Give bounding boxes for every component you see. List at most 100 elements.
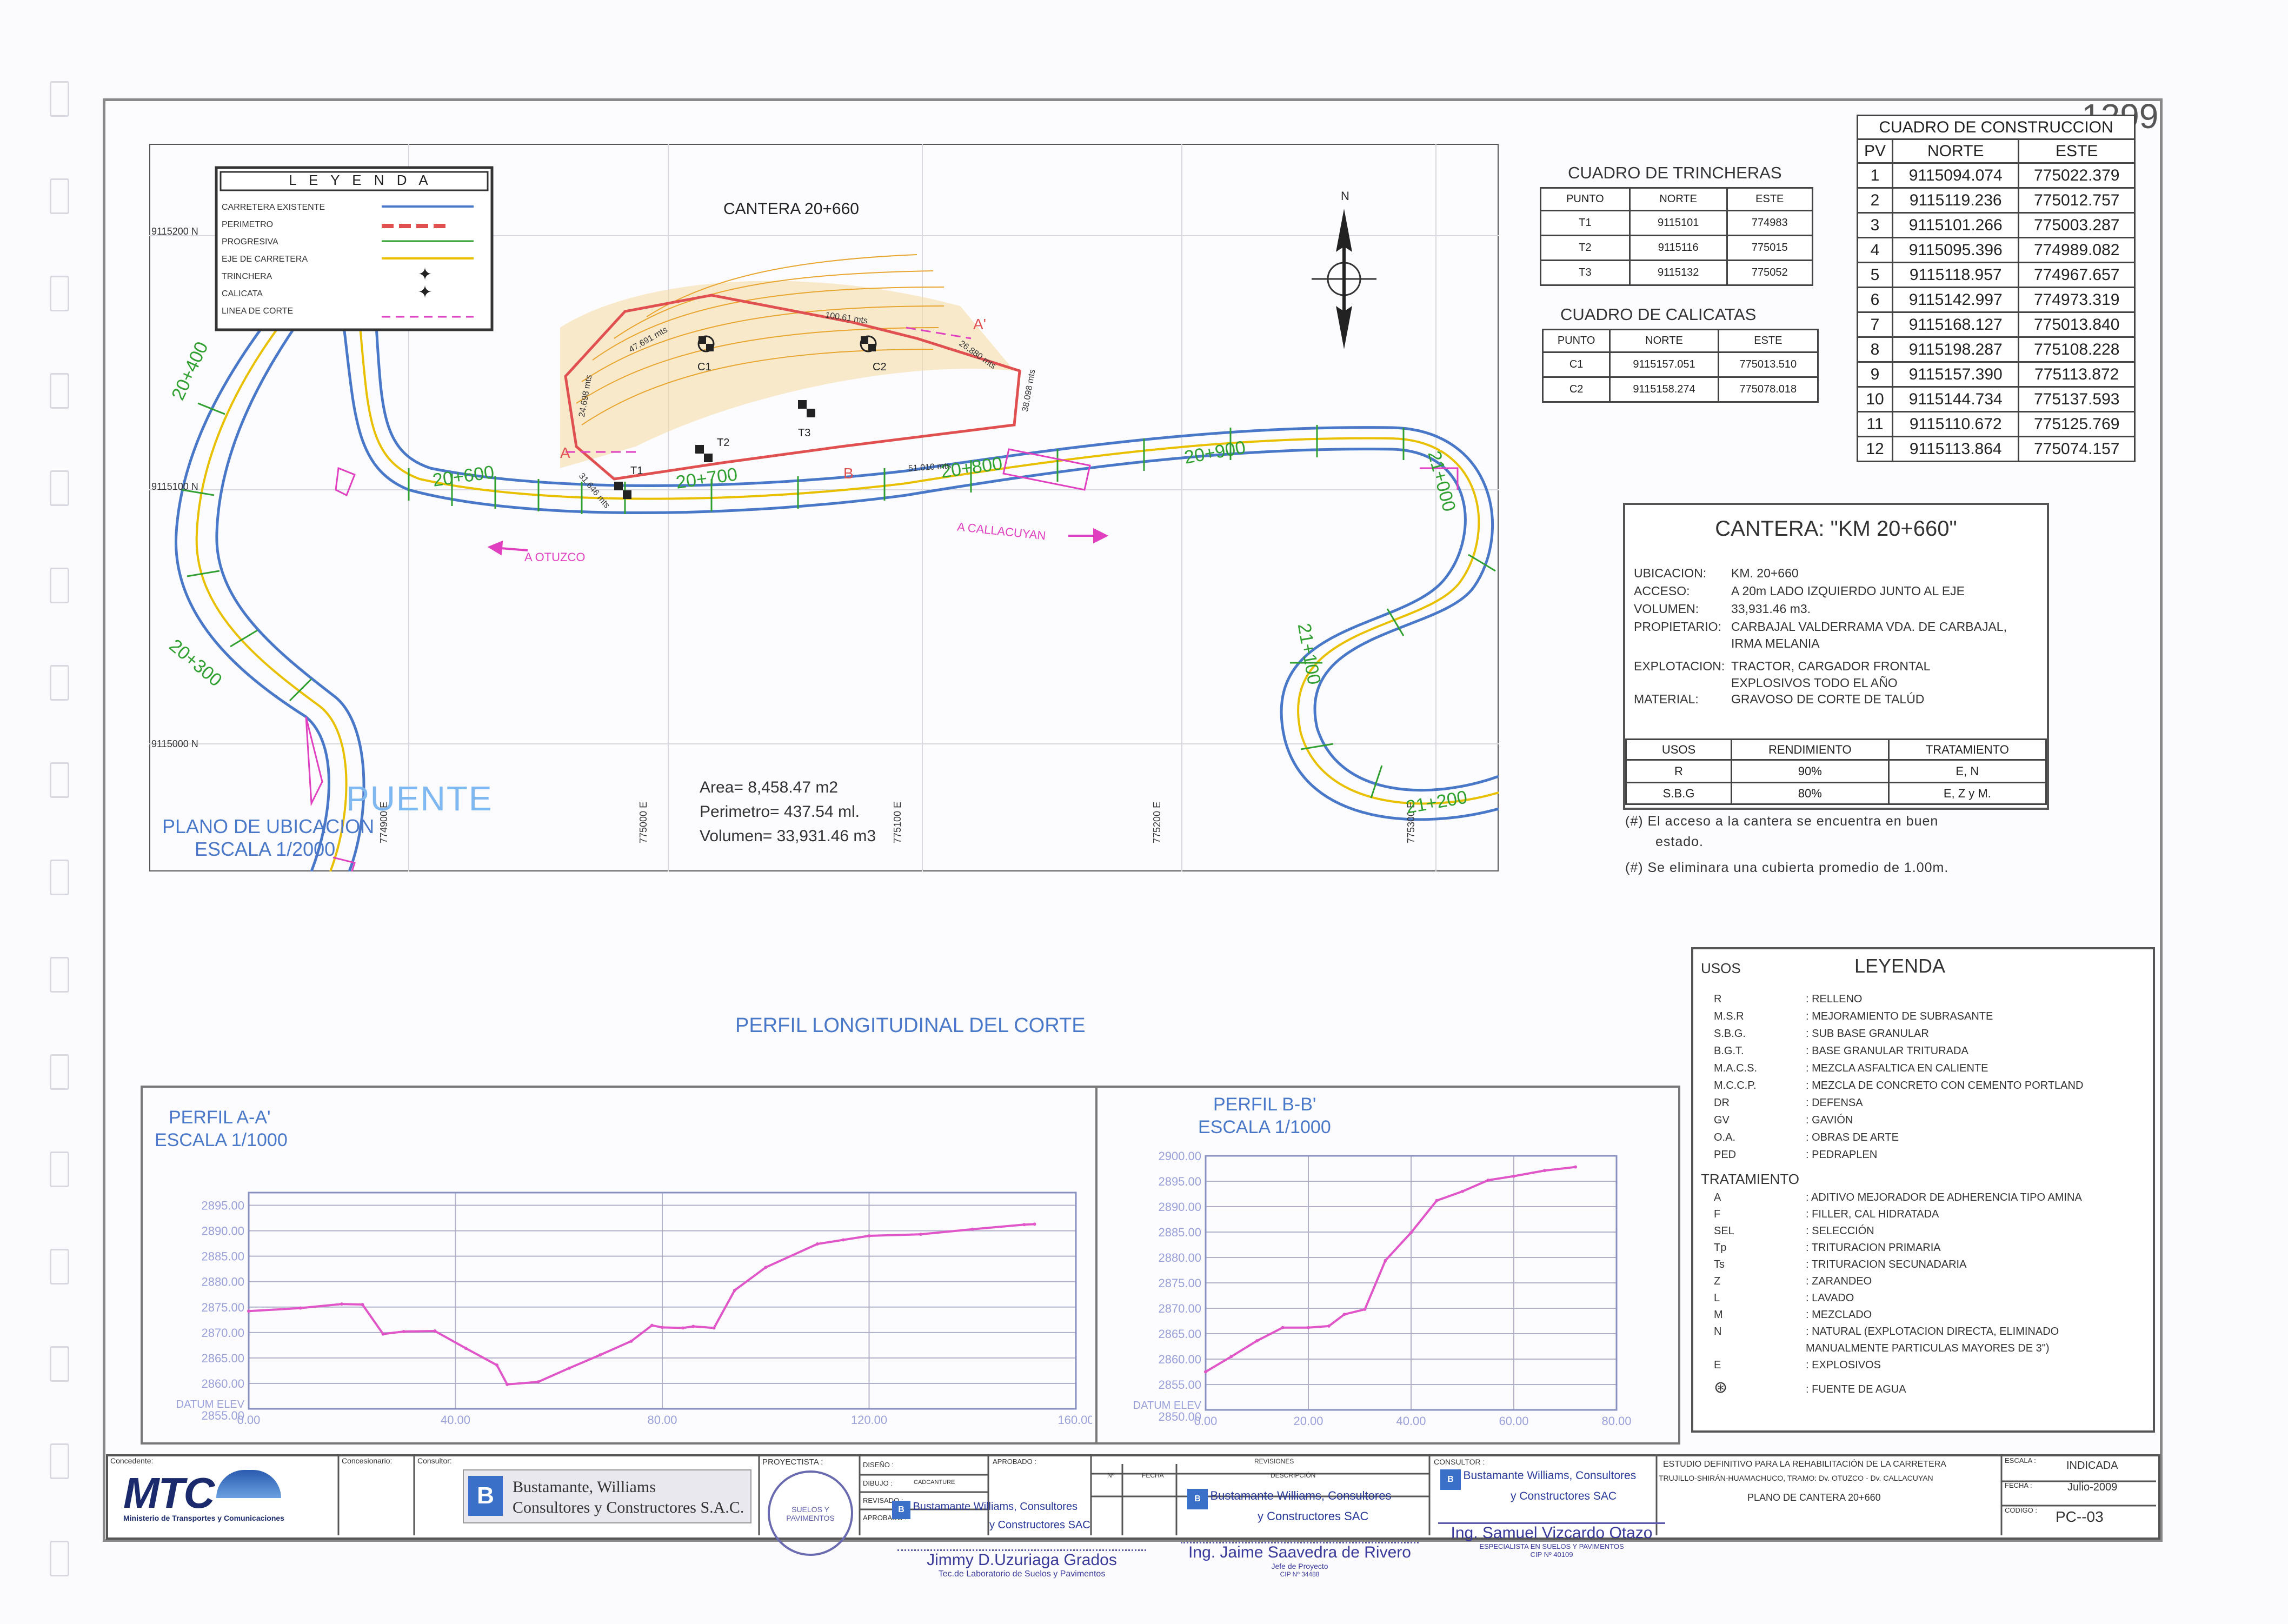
profile-point xyxy=(1327,1324,1331,1328)
chart-a-title: PERFIL A-A' xyxy=(169,1107,271,1128)
point-label: T3 xyxy=(798,427,811,439)
profile-point xyxy=(506,1382,509,1386)
trat-code: A xyxy=(1714,1192,1721,1203)
north-label: N xyxy=(1341,189,1349,203)
y-tick-label: 2875.00 xyxy=(201,1301,244,1314)
rev-header: REVISIONES xyxy=(1254,1457,1294,1465)
easting-label: 775000 E xyxy=(638,801,649,843)
location-plan-label: PLANO DE UBICACION xyxy=(162,815,375,837)
usos-desc: : GAVIÓN xyxy=(1806,1114,1853,1126)
table-header: ESTE xyxy=(2018,138,2136,164)
escala-label: ESCALA : xyxy=(2005,1456,2036,1465)
table-cell: 7 xyxy=(1857,311,1893,338)
table-cell: 9115094.074 xyxy=(1891,162,2020,189)
bw-logo: B Bustamante, Williams Consultores y Con… xyxy=(463,1469,751,1523)
codigo-value: PC--03 xyxy=(2056,1508,2104,1525)
x-tick-label: 80.00 xyxy=(647,1413,677,1427)
trat-code: SEL xyxy=(1714,1225,1734,1237)
y-tick-label: 2870.00 xyxy=(201,1326,244,1340)
table-cell: T1 xyxy=(1540,210,1631,236)
usos-code: DR xyxy=(1714,1097,1730,1109)
section-label: B xyxy=(843,465,854,482)
trat-desc: : ZARANDEO xyxy=(1806,1275,1872,1287)
trat-desc: : NATURAL (EXPLOTACION DIRECTA, ELIMINAD… xyxy=(1806,1326,2059,1337)
usos-desc: : OBRAS DE ARTE xyxy=(1806,1132,1899,1143)
field-value: IRMA MELANIA xyxy=(1731,636,1820,650)
bw-name-1: Bustamante, Williams xyxy=(513,1478,656,1496)
field-value: A 20m LADO IZQUIERDO JUNTO AL EJE xyxy=(1731,584,1965,598)
area-label: Area= 8,458.47 m2 xyxy=(700,778,839,796)
table-cell: 9 xyxy=(1857,361,1893,388)
table-cell: 775015 xyxy=(1726,235,1814,261)
profile-line xyxy=(248,1223,1035,1386)
x-tick-label: 40.00 xyxy=(441,1413,470,1427)
calicatas-title: CUADRO DE CALICATAS xyxy=(1560,305,1757,324)
table-header: PUNTO xyxy=(1541,329,1611,353)
mtc-swoosh-icon xyxy=(216,1470,281,1498)
rev-header: FECHA xyxy=(1142,1472,1164,1479)
profile-line xyxy=(1205,1166,1576,1373)
location-scale-label: ESCALA 1/2000 xyxy=(195,838,336,860)
table-cell: 774989.082 xyxy=(2018,237,2136,263)
table-cell: 775074.157 xyxy=(2018,436,2136,462)
y-tick-label: 2870.00 xyxy=(1158,1302,1201,1315)
lab-seal: SUELOS Y PAVIMENTOS xyxy=(768,1470,853,1556)
x-tick-label: 20.00 xyxy=(1293,1414,1323,1427)
y-tick-label: 2855.00 xyxy=(1158,1378,1201,1392)
cantera-box: CANTERA: "KM 20+660" UBICACION: KM. 20+66… xyxy=(1623,503,2049,810)
signature-role: Jefe de Proyecto xyxy=(1271,1562,1328,1570)
point-label: C1 xyxy=(697,361,711,373)
mtc-logo-text: MTC xyxy=(123,1469,215,1517)
profile-point xyxy=(1435,1199,1439,1202)
profile-point xyxy=(1512,1174,1515,1178)
table-header: ESTE xyxy=(1717,329,1819,353)
stamp-bw-2: y Constructores SAC xyxy=(1258,1509,1369,1523)
table-cell: 9115157.051 xyxy=(1609,351,1719,378)
direction-left-label: A OTUZCO xyxy=(524,550,586,564)
note-line: (#) El acceso a la cantera se encuentra … xyxy=(1625,814,1939,829)
profile-point xyxy=(661,1326,664,1329)
table-cell: 775113.872 xyxy=(2018,361,2136,388)
table-header: ESTE xyxy=(1726,187,1814,211)
profile-point xyxy=(1307,1326,1310,1329)
usos-code: B.G.T. xyxy=(1714,1045,1744,1057)
profile-point xyxy=(464,1347,468,1350)
usos-code: R xyxy=(1714,993,1722,1005)
trat-desc: : FILLER, CAL HIDRATADA xyxy=(1806,1208,1939,1220)
signature-name: Ing. Jaime Saavedra de Rivero xyxy=(1188,1543,1411,1561)
profile-point xyxy=(691,1325,695,1328)
y-tick-label: 2875.00 xyxy=(1158,1276,1201,1290)
signature-cip: CIP Nº 34488 xyxy=(1280,1570,1320,1578)
cantera-fields: UBICACION: KM. 20+660 ACCESO: A 20m LADO I… xyxy=(1634,564,2007,708)
leyenda-title: LEYENDA xyxy=(1854,955,1946,977)
legend-item-label: EJE DE CARRETERA xyxy=(222,255,308,264)
profile-point xyxy=(433,1329,437,1333)
northing-label: 9115200 N xyxy=(151,226,198,237)
usos-desc: : SUB BASE GRANULAR xyxy=(1806,1028,1929,1040)
table-cell: 775013.510 xyxy=(1717,351,1819,378)
mtc-subtitle: Ministerio de Transportes y Comunicacion… xyxy=(123,1514,284,1522)
note-line: (#) Se eliminara una cubierta promedio d… xyxy=(1625,860,1949,875)
table-header: RENDIMIENTO xyxy=(1731,738,1890,761)
x-tick-label: 60.00 xyxy=(1499,1414,1528,1427)
table-cell: 9115198.287 xyxy=(1891,336,2020,363)
table-cell: 9115095.396 xyxy=(1891,237,2020,263)
profile-point xyxy=(536,1380,540,1384)
trat-desc: MANUALMENTE PARTICULAS MAYORES DE 3") xyxy=(1806,1342,2050,1354)
legend-item-label: PROGRESIVA xyxy=(222,237,278,247)
legend-item-label: LINEA DE CORTE xyxy=(222,307,294,316)
usos-desc: : MEZCLA ASFALTICA EN CALIENTE xyxy=(1806,1062,1988,1074)
y-tick-label: 2895.00 xyxy=(201,1199,244,1213)
bw-stamp-icon: B xyxy=(892,1501,910,1519)
escala-value: INDICADA xyxy=(2066,1460,2118,1472)
rev-header: DESCRIPCIÓN xyxy=(1271,1472,1316,1479)
y-tick-label: 2890.00 xyxy=(1158,1200,1201,1214)
y-tick-label: 2895.00 xyxy=(1158,1175,1201,1188)
table-cell: 80% xyxy=(1731,782,1890,805)
table-cell: 9115110.672 xyxy=(1891,411,2020,437)
table-cell: 90% xyxy=(1731,759,1890,783)
table-header: TRATAMIENTO xyxy=(1887,738,2047,761)
x-tick-label: 160.00 xyxy=(1057,1413,1092,1427)
legend-item-label: TRINCHERA xyxy=(222,272,272,281)
trat-desc: : FUENTE DE AGUA xyxy=(1806,1383,1906,1395)
